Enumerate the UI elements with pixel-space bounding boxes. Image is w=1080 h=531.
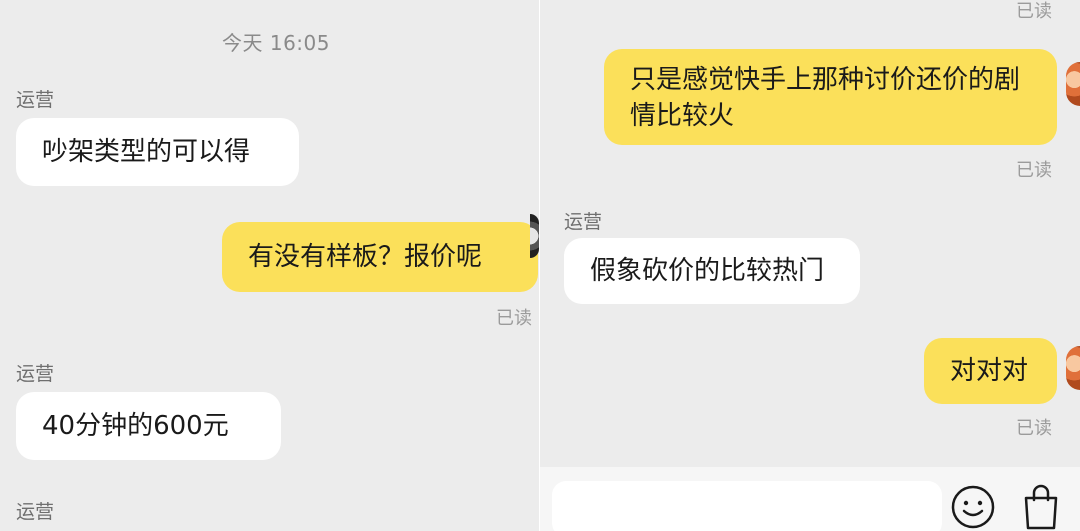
message-input[interactable] xyxy=(552,481,942,531)
avatar[interactable] xyxy=(530,214,539,258)
incoming-message-bubble[interactable]: 40分钟的600元 xyxy=(16,392,281,460)
outgoing-message-bubble[interactable]: 有没有样板？报价呢 xyxy=(222,222,538,292)
read-status: 已读 xyxy=(496,308,532,329)
outgoing-message-bubble[interactable]: 只是感觉快手上那种讨价还价的剧情比较火 xyxy=(604,49,1057,145)
message-text: 有没有样板？报价呢 xyxy=(248,242,483,272)
message-text: 只是感觉快手上那种讨价还价的剧情比较火 xyxy=(630,65,1021,131)
sender-name: 运营 xyxy=(16,89,55,111)
message-input-bar xyxy=(540,467,1080,531)
incoming-message-bubble[interactable]: 吵架类型的可以得 xyxy=(16,118,299,186)
outgoing-message-bubble[interactable]: 对对对 xyxy=(924,338,1057,404)
message-text: 吵架类型的可以得 xyxy=(42,137,251,167)
shopping-bag-icon[interactable] xyxy=(1018,482,1064,530)
emoji-icon[interactable] xyxy=(950,484,996,530)
read-status: 已读 xyxy=(1016,418,1052,439)
message-text: 对对对 xyxy=(950,356,1029,386)
sender-name: 运营 xyxy=(16,363,55,385)
chat-panel-right: 已读 只是感觉快手上那种讨价还价的剧情比较火 已读 运营 假象砍价的比较热门 对… xyxy=(540,0,1080,531)
message-timestamp: 今天 16:05 xyxy=(222,31,330,55)
avatar[interactable] xyxy=(1066,346,1080,390)
message-text: 40分钟的600元 xyxy=(42,411,229,441)
message-text: 假象砍价的比较热门 xyxy=(590,256,825,286)
read-status: 已读 xyxy=(1016,160,1052,181)
sender-name: 运营 xyxy=(564,211,603,233)
chat-panel-left: 今天 16:05 运营 吵架类型的可以得 有没有样板？报价呢 已读 运营 40分… xyxy=(0,0,539,531)
read-status: 已读 xyxy=(1016,1,1052,22)
sender-name: 运营 xyxy=(16,501,55,523)
avatar[interactable] xyxy=(1066,62,1080,106)
incoming-message-bubble[interactable]: 假象砍价的比较热门 xyxy=(564,238,860,304)
